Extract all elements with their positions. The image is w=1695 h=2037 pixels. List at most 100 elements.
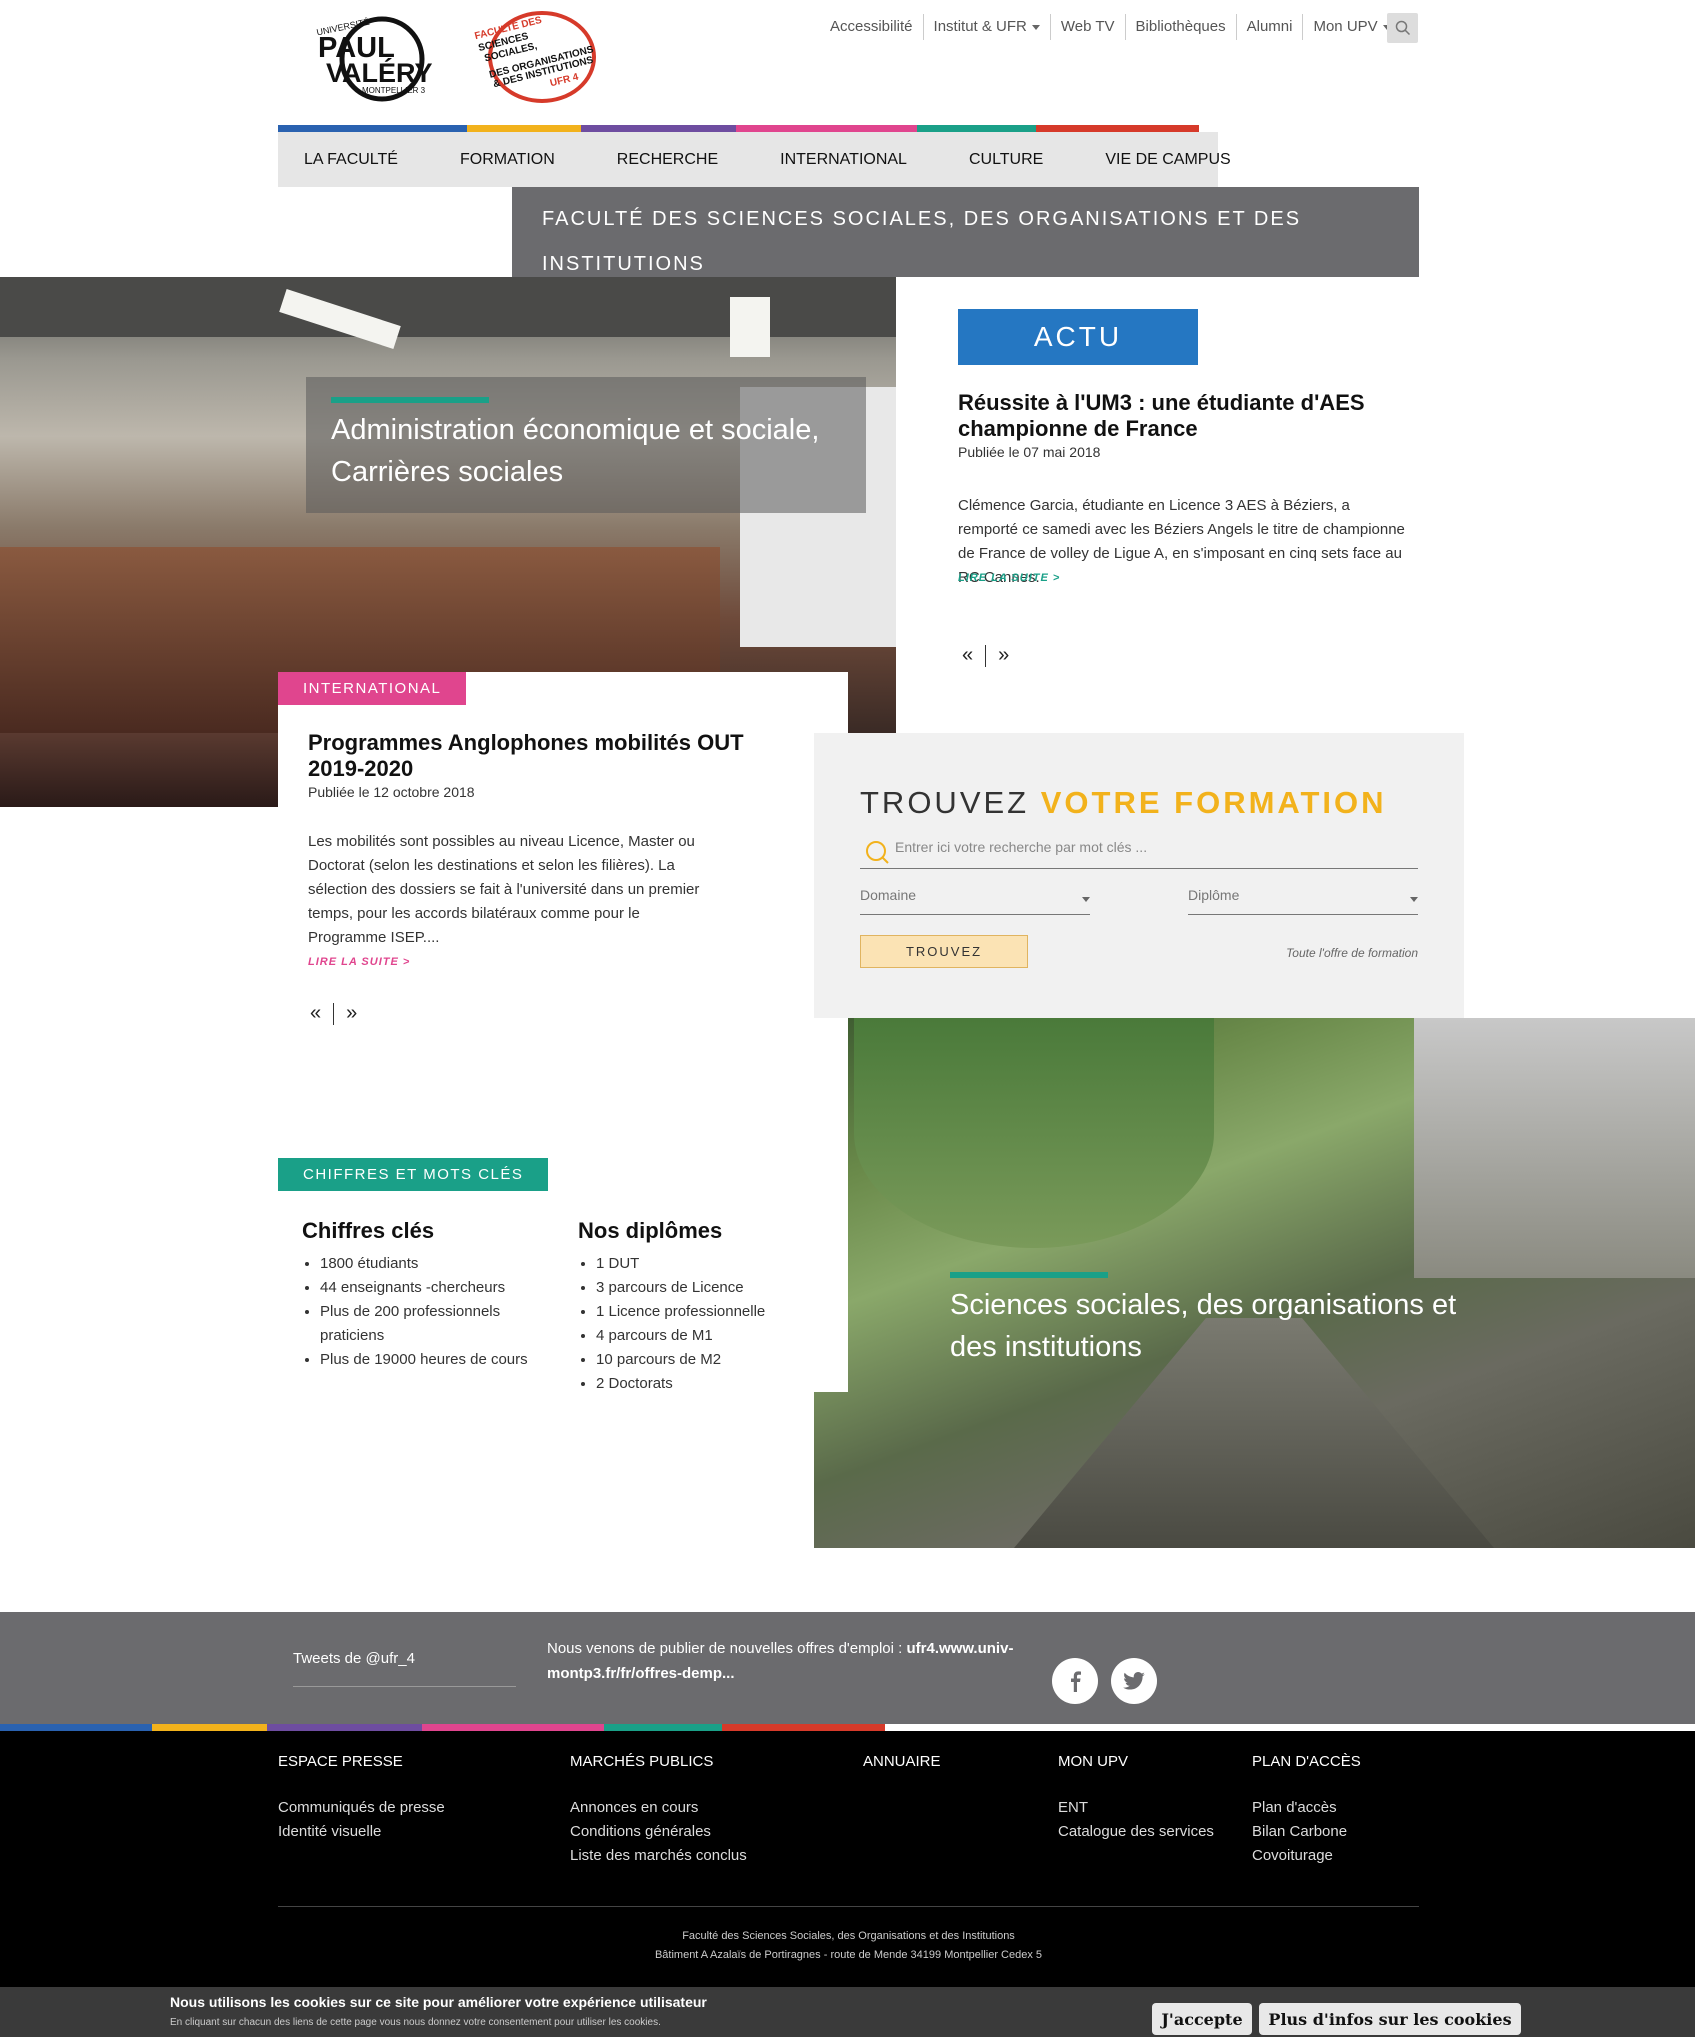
top-link-alumni[interactable]: Alumni bbox=[1237, 14, 1304, 40]
tweet-text: Nous venons de publier de nouvelles offr… bbox=[547, 1636, 1027, 1686]
actu-date: Publiée le 07 mai 2018 bbox=[958, 444, 1101, 460]
nav-culture[interactable]: CULTURE bbox=[969, 151, 1043, 169]
footer-col-annuaire: ANNUAIRE bbox=[863, 1753, 1013, 1770]
all-formations-link[interactable]: Toute l'offre de formation bbox=[1286, 946, 1418, 960]
actu-heading: ACTU bbox=[958, 309, 1198, 365]
footer-divider bbox=[278, 1906, 1419, 1907]
list-item: 1 DUT bbox=[596, 1252, 818, 1276]
footer-link[interactable]: Liste des marchés conclus bbox=[570, 1844, 830, 1868]
search-icon bbox=[866, 841, 889, 864]
tweet-text-plain: Nous venons de publier de nouvelles offr… bbox=[547, 1640, 907, 1657]
nav-la-faculte[interactable]: LA FACULTÉ bbox=[304, 151, 398, 169]
prev-button[interactable]: « bbox=[962, 644, 973, 667]
footer-link[interactable]: Annonces en cours bbox=[570, 1796, 830, 1820]
footer-col-title[interactable]: PLAN D'ACCÈS bbox=[1252, 1753, 1432, 1770]
actu-read-more[interactable]: LIRE LA SUITE > bbox=[958, 572, 1060, 584]
formation-title-b: VOTRE FORMATION bbox=[1040, 785, 1387, 820]
footer-link[interactable]: Communiqués de presse bbox=[278, 1796, 538, 1820]
logo1-line3: VALÉRY bbox=[326, 58, 433, 88]
hero-title-sciences[interactable]: Sciences sociales, des organisations et … bbox=[950, 1284, 1470, 1368]
color-bar-purple bbox=[267, 1724, 422, 1731]
facebook-button[interactable] bbox=[1052, 1658, 1098, 1704]
chiffres-col2-list: 1 DUT 3 parcours de Licence 1 Licence pr… bbox=[578, 1252, 818, 1396]
prev-button[interactable]: « bbox=[310, 1002, 321, 1025]
footer-col-title[interactable]: MARCHÉS PUBLICS bbox=[570, 1753, 830, 1770]
footer-link[interactable]: ENT bbox=[1058, 1796, 1238, 1820]
footer-col-presse: ESPACE PRESSE Communiqués de presse Iden… bbox=[278, 1753, 538, 1844]
next-button[interactable]: » bbox=[998, 644, 1009, 667]
nav-recherche[interactable]: RECHERCHE bbox=[617, 151, 718, 169]
footer-col-title[interactable]: ANNUAIRE bbox=[863, 1753, 1013, 1770]
footer-address-line2: Bâtiment A Azalaïs de Portiragnes - rout… bbox=[654, 1949, 1043, 1961]
color-bar-blue bbox=[278, 125, 467, 132]
top-link-accessibilite[interactable]: Accessibilité bbox=[820, 14, 924, 40]
cookie-accept-button[interactable]: J'accepte bbox=[1152, 2003, 1252, 2035]
international-tag: INTERNATIONAL bbox=[278, 672, 467, 705]
list-item: Plus de 200 professionnels praticiens bbox=[320, 1300, 542, 1348]
trouvez-button[interactable]: TROUVEZ bbox=[860, 935, 1028, 968]
international-pager: « » bbox=[310, 1002, 357, 1025]
formation-title: TROUVEZ VOTRE FORMATION bbox=[860, 785, 1387, 821]
facebook-icon bbox=[1071, 1671, 1081, 1692]
domaine-select[interactable]: Domaine bbox=[860, 883, 1090, 915]
cookie-banner: Nous utilisons les cookies sur ce site p… bbox=[0, 1987, 1695, 2037]
twitter-button[interactable] bbox=[1111, 1658, 1157, 1704]
nav-international[interactable]: INTERNATIONAL bbox=[780, 151, 907, 169]
hero2-notch bbox=[814, 1018, 848, 1158]
chiffres-col1-list: 1800 étudiants 44 enseignants -chercheur… bbox=[302, 1252, 542, 1372]
search-icon bbox=[1395, 20, 1410, 36]
footer-col-title[interactable]: MON UPV bbox=[1058, 1753, 1238, 1770]
chevron-down-icon bbox=[1082, 897, 1090, 902]
footer-link[interactable]: Bilan Carbone bbox=[1252, 1820, 1432, 1844]
tweets-label[interactable]: Tweets de @ufr_4 bbox=[293, 1650, 415, 1667]
color-bar-green bbox=[917, 125, 1036, 132]
list-item: Plus de 19000 heures de cours bbox=[320, 1348, 542, 1372]
cookie-more-info-button[interactable]: Plus d'infos sur les cookies bbox=[1259, 2003, 1521, 2035]
international-read-more[interactable]: LIRE LA SUITE > bbox=[308, 956, 410, 968]
university-logo[interactable]: UNIVERSITÉ PAUL VALÉRY MONTPELLIER 3 bbox=[312, 12, 442, 102]
nav-vie-de-campus[interactable]: VIE DE CAMPUS bbox=[1105, 151, 1230, 169]
top-link-institut-ufr[interactable]: Institut & UFR bbox=[924, 14, 1051, 40]
cookie-title: Nous utilisons les cookies sur ce site p… bbox=[170, 1994, 707, 2010]
top-link-bibliotheques[interactable]: Bibliothèques bbox=[1126, 14, 1237, 40]
list-item: 1 Licence professionnelle bbox=[596, 1300, 818, 1324]
nav-color-bar bbox=[278, 125, 1199, 132]
faculty-logo[interactable]: FACULTÉ DES SCIENCES SOCIALES, DES ORGAN… bbox=[470, 10, 605, 105]
list-item: 10 parcours de M2 bbox=[596, 1348, 818, 1372]
search-button[interactable] bbox=[1387, 13, 1418, 43]
accent-line bbox=[950, 1272, 1108, 1278]
footer-link[interactable]: Covoiturage bbox=[1252, 1844, 1432, 1868]
footer: ESPACE PRESSE Communiqués de presse Iden… bbox=[0, 1731, 1695, 1987]
twitter-icon bbox=[1123, 1672, 1145, 1690]
footer-link[interactable]: Identité visuelle bbox=[278, 1820, 538, 1844]
footer-link[interactable]: Conditions générales bbox=[570, 1820, 830, 1844]
hero-image-campus[interactable] bbox=[814, 1018, 1695, 1548]
diplome-label: Diplôme bbox=[1188, 887, 1240, 903]
actu-pager: « » bbox=[962, 644, 1009, 667]
chiffres-card: CHIFFRES ET MOTS CLÉS Chiffres clés 1800… bbox=[278, 1158, 848, 1392]
footer-links: Communiqués de presse Identité visuelle bbox=[278, 1796, 538, 1844]
color-bar-purple bbox=[581, 125, 736, 132]
top-link-web-tv[interactable]: Web TV bbox=[1051, 14, 1126, 40]
color-bar-yellow bbox=[467, 125, 581, 132]
footer-col-title[interactable]: ESPACE PRESSE bbox=[278, 1753, 538, 1770]
hero-overlay-aes[interactable]: Administration économique et sociale, Ca… bbox=[306, 377, 866, 513]
keyword-search-field[interactable]: Entrer ici votre recherche par mot clés … bbox=[860, 833, 1418, 869]
footer-col-marches: MARCHÉS PUBLICS Annonces en cours Condit… bbox=[570, 1753, 830, 1868]
actu-title[interactable]: Réussite à l'UM3 : une étudiante d'AES c… bbox=[958, 390, 1398, 442]
diplome-select[interactable]: Diplôme bbox=[1188, 883, 1418, 915]
list-item: 2 Doctorats bbox=[596, 1372, 818, 1396]
hero-title-aes: Administration économique et sociale, Ca… bbox=[331, 414, 820, 488]
top-links: Accessibilité Institut & UFR Web TV Bibl… bbox=[820, 14, 1401, 40]
list-item: 1800 étudiants bbox=[320, 1252, 542, 1276]
cookie-subtitle: En cliquant sur chacun des liens de cett… bbox=[170, 2017, 661, 2028]
footer-col-plan: PLAN D'ACCÈS Plan d'accès Bilan Carbone … bbox=[1252, 1753, 1432, 1868]
footer-link[interactable]: Catalogue des services bbox=[1058, 1820, 1238, 1844]
footer-link[interactable]: Plan d'accès bbox=[1252, 1796, 1432, 1820]
nav-formation[interactable]: FORMATION bbox=[460, 151, 555, 169]
footer-links: ENT Catalogue des services bbox=[1058, 1796, 1238, 1844]
tweet-bar: Tweets de @ufr_4 Nous venons de publier … bbox=[0, 1612, 1695, 1724]
international-title[interactable]: Programmes Anglophones mobilités OUT 201… bbox=[308, 730, 768, 782]
next-button[interactable]: » bbox=[346, 1002, 357, 1025]
keyword-search-placeholder: Entrer ici votre recherche par mot clés … bbox=[895, 839, 1148, 855]
